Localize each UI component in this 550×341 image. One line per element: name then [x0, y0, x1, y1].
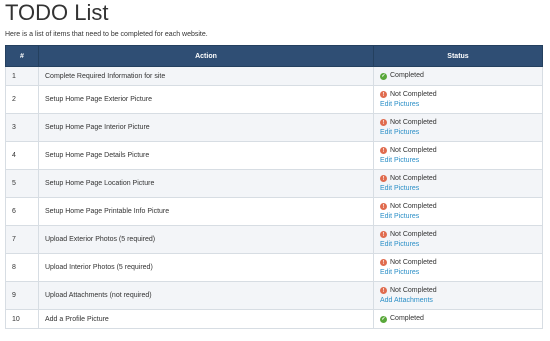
status-indicator: ! Not Completed: [380, 146, 536, 156]
edit-pictures-link[interactable]: Edit Pictures: [380, 184, 536, 194]
status-text: Not Completed: [390, 202, 437, 210]
row-action: Upload Attachments (not required): [38, 281, 374, 310]
row-number: 3: [5, 113, 39, 142]
row-action: Complete Required Information for site: [38, 66, 374, 86]
row-action: Setup Home Page Interior Picture: [38, 113, 374, 142]
column-header-action: Action: [38, 45, 374, 67]
row-action: Setup Home Page Exterior Picture: [38, 85, 374, 114]
row-action: Setup Home Page Details Picture: [38, 141, 374, 170]
table-row: 7 Upload Exterior Photos (5 required)! Not…: [5, 225, 543, 254]
exclamation-circle-icon: !: [380, 175, 387, 182]
row-status-cell: ! Not Completed Edit Pictures: [373, 113, 543, 142]
edit-pictures-link[interactable]: Edit Pictures: [380, 212, 536, 222]
column-header-status: Status: [373, 45, 543, 67]
row-status-cell: ! Not Completed Edit Pictures: [373, 197, 543, 226]
row-number: 10: [5, 309, 39, 329]
table-row: 2 Setup Home Page Exterior Picture! Not Co…: [5, 85, 543, 114]
status-indicator: ! Not Completed: [380, 230, 536, 240]
row-number: 9: [5, 281, 39, 310]
table-row: 10 Add a Profile Picture ✓ Completed: [5, 309, 543, 329]
table-row: 8 Upload Interior Photos (5 required)! Not…: [5, 253, 543, 282]
status-text: Not Completed: [390, 146, 437, 154]
row-status-cell: ! Not Completed Edit Pictures: [373, 141, 543, 170]
status-text: Not Completed: [390, 230, 437, 238]
exclamation-circle-icon: !: [380, 203, 387, 210]
row-status-cell: ✓ Completed: [373, 309, 543, 329]
exclamation-circle-icon: !: [380, 287, 387, 294]
todo-table: # Action Status 1 Complete Required Infor…: [5, 45, 543, 329]
row-status-cell: ! Not Completed Edit Pictures: [373, 253, 543, 282]
table-header-row: # Action Status: [5, 45, 543, 67]
exclamation-circle-icon: !: [380, 147, 387, 154]
status-indicator: ! Not Completed: [380, 202, 536, 212]
page-subtitle: Here is a list of items that need to be …: [5, 31, 208, 38]
status-text: Not Completed: [390, 286, 437, 294]
add-attachments-link[interactable]: Add Attachments: [380, 296, 536, 306]
status-text: Not Completed: [390, 258, 437, 266]
edit-pictures-link[interactable]: Edit Pictures: [380, 156, 536, 166]
status-text: Not Completed: [390, 174, 437, 182]
row-status-cell: ! Not Completed Edit Pictures: [373, 169, 543, 198]
row-action: Upload Exterior Photos (5 required): [38, 225, 374, 254]
page: TODO List Here is a list of items that n…: [0, 0, 550, 341]
column-header-number: #: [5, 45, 39, 67]
status-indicator: ! Not Completed: [380, 286, 536, 296]
row-action: Upload Interior Photos (5 required): [38, 253, 374, 282]
status-indicator: ✓ Completed: [380, 314, 536, 324]
status-indicator: ! Not Completed: [380, 174, 536, 184]
status-text: Completed: [390, 315, 424, 322]
row-status-cell: ! Not Completed Edit Pictures: [373, 225, 543, 254]
row-action: Setup Home Page Location Picture: [38, 169, 374, 198]
exclamation-circle-icon: !: [380, 231, 387, 238]
exclamation-circle-icon: !: [380, 91, 387, 98]
status-indicator: ✓ Completed: [380, 71, 536, 81]
table-row: 3 Setup Home Page Interior Picture! Not Co…: [5, 113, 543, 142]
status-indicator: ! Not Completed: [380, 90, 536, 100]
row-number: 6: [5, 197, 39, 226]
row-action: Add a Profile Picture: [38, 309, 374, 329]
status-text: Completed: [390, 72, 424, 79]
row-status-cell: ✓ Completed: [373, 66, 543, 86]
table-row: 1 Complete Required Information for site ✓…: [5, 66, 543, 86]
row-number: 7: [5, 225, 39, 254]
edit-pictures-link[interactable]: Edit Pictures: [380, 128, 536, 138]
table-row: 9 Upload Attachments (not required)! Not C…: [5, 281, 543, 310]
status-indicator: ! Not Completed: [380, 118, 536, 128]
table-row: 5 Setup Home Page Location Picture! Not Co…: [5, 169, 543, 198]
row-action: Setup Home Page Printable Info Picture: [38, 197, 374, 226]
row-status-cell: ! Not Completed Add Attachments: [373, 281, 543, 310]
page-title: TODO List: [5, 0, 109, 25]
table-row: 6 Setup Home Page Printable Info Picture!…: [5, 197, 543, 226]
check-circle-icon: ✓: [380, 72, 387, 80]
edit-pictures-link[interactable]: Edit Pictures: [380, 268, 536, 278]
row-number: 2: [5, 85, 39, 114]
status-indicator: ! Not Completed: [380, 258, 536, 268]
exclamation-circle-icon: !: [380, 119, 387, 126]
table-row: 4 Setup Home Page Details Picture! Not Com…: [5, 141, 543, 170]
status-text: Not Completed: [390, 90, 437, 98]
row-status-cell: ! Not Completed Edit Pictures: [373, 85, 543, 114]
row-number: 8: [5, 253, 39, 282]
row-number: 4: [5, 141, 39, 170]
check-circle-icon: ✓: [380, 315, 387, 323]
edit-pictures-link[interactable]: Edit Pictures: [380, 100, 536, 110]
status-text: Not Completed: [390, 118, 437, 126]
exclamation-circle-icon: !: [380, 259, 387, 266]
row-number: 1: [5, 66, 39, 86]
edit-pictures-link[interactable]: Edit Pictures: [380, 240, 536, 250]
row-number: 5: [5, 169, 39, 198]
